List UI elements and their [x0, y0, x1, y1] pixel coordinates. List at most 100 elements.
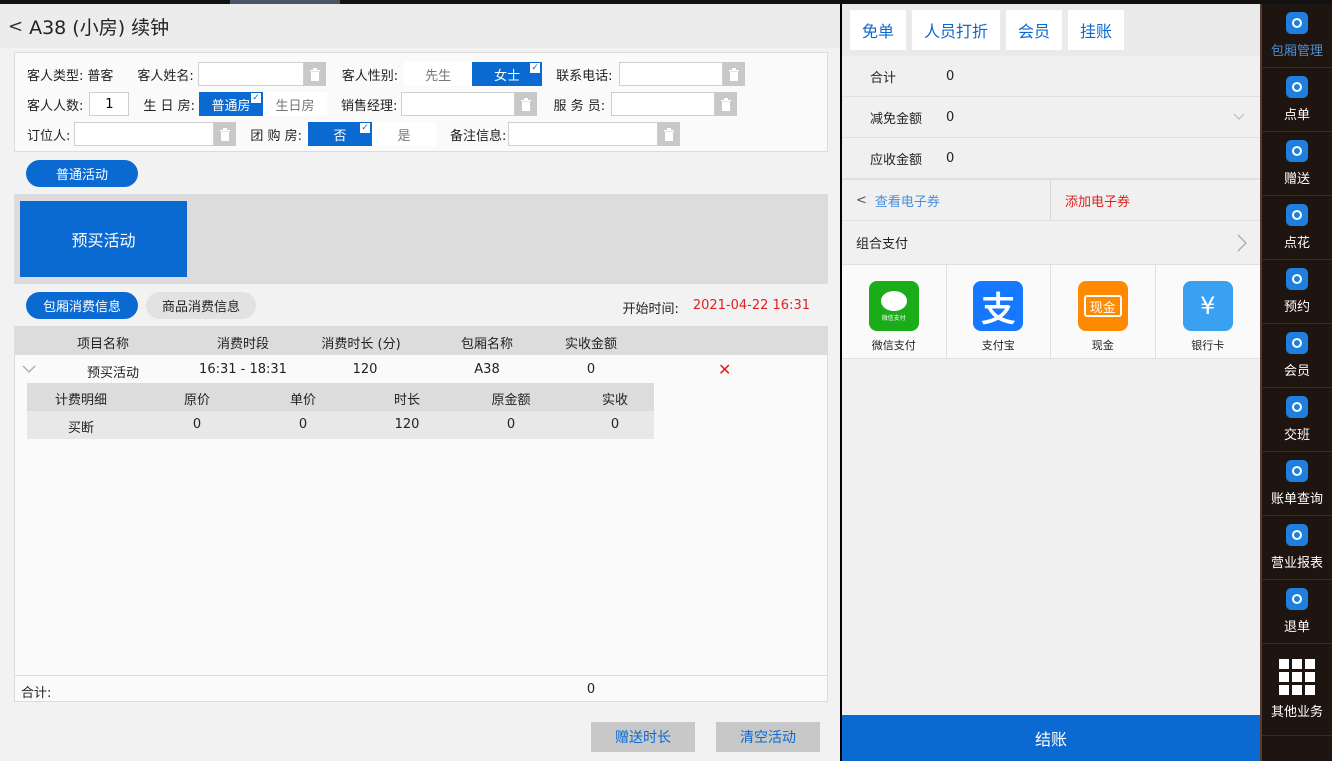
tab-room-consumption[interactable]: 包厢消费信息	[26, 292, 138, 319]
summary-total: 合计 0	[842, 56, 1260, 97]
delete-icon[interactable]: ✕	[718, 360, 731, 379]
form-row-1: 客人类型: 普客 客人姓名: 客人性别: 先生 女士 ✓ 联系电话:	[27, 61, 745, 87]
sidebar-item-order[interactable]: 点单	[1262, 68, 1332, 132]
activity-band: 预买活动	[14, 194, 828, 284]
group-option-no[interactable]: 否 ✓	[308, 122, 373, 146]
pay-cash[interactable]: 现金 现金	[1051, 265, 1156, 358]
order-icon	[1286, 76, 1308, 98]
presale-activity-card[interactable]: 预买活动	[20, 201, 187, 277]
tab-free[interactable]: 免单	[850, 10, 907, 50]
pay-label: 支付宝	[981, 339, 1015, 352]
phone-input[interactable]	[618, 62, 723, 86]
summary-label: 合计	[870, 70, 897, 86]
guest-count-input[interactable]	[89, 92, 130, 116]
coupon-row: < 查看电子券 添加电子券	[842, 179, 1260, 221]
pay-label: 银行卡	[1191, 339, 1225, 352]
cell-detail: 买断	[67, 421, 94, 436]
col-header: 时长	[393, 393, 420, 408]
sales-manager-input[interactable]	[401, 92, 516, 116]
clear-sales-manager-icon[interactable]	[515, 92, 538, 116]
clear-booker-icon[interactable]	[214, 122, 237, 146]
wechat-pay-icon: 微信支付	[868, 281, 919, 331]
pay-wechat[interactable]: 微信支付 微信支付	[842, 265, 947, 358]
gender-option-mr[interactable]: 先生	[404, 62, 473, 86]
check-icon: ✓	[251, 93, 262, 103]
tab-goods-consumption[interactable]: 商品消费信息	[146, 292, 256, 319]
summary-receivable: 应收金额 0	[842, 138, 1260, 179]
col-header: 单价	[289, 393, 316, 408]
chevron-left-icon: <	[856, 192, 867, 208]
col-header: 消费时段	[216, 337, 269, 352]
summary-label: 应收金额	[870, 152, 923, 168]
settle-button[interactable]: 结账	[842, 715, 1260, 761]
discount-tabs: 免单 人员打折 会员 挂账	[842, 4, 1260, 56]
left-panel: < A38 (小房) 续钟 客人类型: 普客 客人姓名: 客人性别: 先生 女士…	[0, 4, 840, 761]
bill-query-icon	[1286, 460, 1308, 482]
col-header: 原金额	[491, 393, 531, 408]
room-type-normal[interactable]: 普通房 ✓	[199, 92, 264, 116]
booker-label: 订位人:	[27, 128, 71, 144]
cell-orig-price: 0	[192, 417, 202, 432]
summary-value: 0	[946, 150, 955, 166]
sidebar-item-reservation[interactable]: 预约	[1262, 260, 1332, 324]
tab-member[interactable]: 会员	[1006, 10, 1063, 50]
clear-guest-name-icon[interactable]	[303, 62, 326, 86]
page-title: A38 (小房) 续钟	[29, 16, 170, 39]
remark-input[interactable]	[508, 122, 659, 146]
consumption-table: 项目名称 消费时段 消费时长 (分) 包厢名称 实收金额 预买活动 16:31 …	[14, 326, 828, 702]
guest-name-input[interactable]	[197, 62, 304, 86]
summary-discount[interactable]: 减免金额 0	[842, 97, 1260, 138]
sidebar-item-more[interactable]: 其他业务	[1262, 644, 1332, 736]
pay-bank-card[interactable]: ¥ 银行卡	[1156, 265, 1261, 358]
col-header: 项目名称	[76, 337, 129, 352]
view-coupon-button[interactable]: < 查看电子券	[842, 180, 1051, 220]
chevron-down-icon[interactable]	[21, 361, 37, 377]
remark-label: 备注信息:	[450, 128, 507, 144]
sidebar-item-shift[interactable]: 交班	[1262, 388, 1332, 452]
clear-phone-icon[interactable]	[722, 62, 745, 86]
back-icon[interactable]: <	[8, 16, 23, 37]
gender-option-ms[interactable]: 女士 ✓	[472, 62, 543, 86]
col-header: 实收	[601, 393, 628, 408]
combo-pay-label: 组合支付	[856, 237, 909, 252]
sidebar-item-room-manage[interactable]: 包厢管理	[1262, 4, 1332, 68]
gift-time-button[interactable]: 赠送时长	[591, 722, 695, 752]
summary-label: 减免金额	[870, 111, 923, 127]
tab-staff-discount[interactable]: 人员打折	[912, 10, 1001, 50]
group-room-label: 团 购 房:	[250, 128, 303, 144]
clear-waiter-icon[interactable]	[715, 92, 738, 116]
cell-room: A38	[474, 362, 500, 377]
start-time-value: 2021-04-22 16:31	[692, 298, 810, 313]
tab-normal-activity[interactable]: 普通活动	[26, 160, 138, 187]
waiter-input[interactable]	[611, 92, 716, 116]
sidebar-item-refund[interactable]: 退单	[1262, 580, 1332, 644]
guest-gender-label: 客人性别:	[341, 68, 399, 84]
booker-input[interactable]	[74, 122, 215, 146]
col-header: 原价	[183, 393, 210, 408]
gift-icon	[1286, 140, 1308, 162]
refund-icon	[1286, 588, 1308, 610]
chevron-down-icon[interactable]	[1232, 109, 1246, 123]
sidebar-item-member[interactable]: 会员	[1262, 324, 1332, 388]
chevron-right-icon	[1237, 234, 1247, 252]
add-coupon-button[interactable]: 添加电子券	[1051, 180, 1260, 220]
col-header: 实收金额	[564, 337, 617, 352]
shift-icon	[1286, 396, 1308, 418]
sales-manager-label: 销售经理:	[341, 98, 398, 114]
sidebar-item-flower[interactable]: 点花	[1262, 196, 1332, 260]
bank-card-icon: ¥	[1182, 281, 1233, 331]
sidebar-item-gift[interactable]: 赠送	[1262, 132, 1332, 196]
pay-alipay[interactable]: 支 支付宝	[947, 265, 1051, 358]
guest-type-value: 普客	[87, 68, 114, 84]
combo-pay-row[interactable]: 组合支付	[842, 221, 1260, 265]
tab-on-account[interactable]: 挂账	[1068, 10, 1125, 50]
table-row[interactable]: 预买活动 16:31 - 18:31 120 A38 0 ✕	[15, 357, 827, 383]
clear-activity-button[interactable]: 清空活动	[716, 722, 820, 752]
member-icon	[1286, 332, 1308, 354]
room-type-birthday[interactable]: 生日房	[263, 92, 328, 116]
clear-remark-icon[interactable]	[658, 122, 681, 146]
cell-unit-price: 0	[298, 417, 308, 432]
sidebar-item-bill-query[interactable]: 账单查询	[1262, 452, 1332, 516]
group-option-yes[interactable]: 是	[372, 122, 437, 146]
sidebar-item-report[interactable]: 营业报表	[1262, 516, 1332, 580]
